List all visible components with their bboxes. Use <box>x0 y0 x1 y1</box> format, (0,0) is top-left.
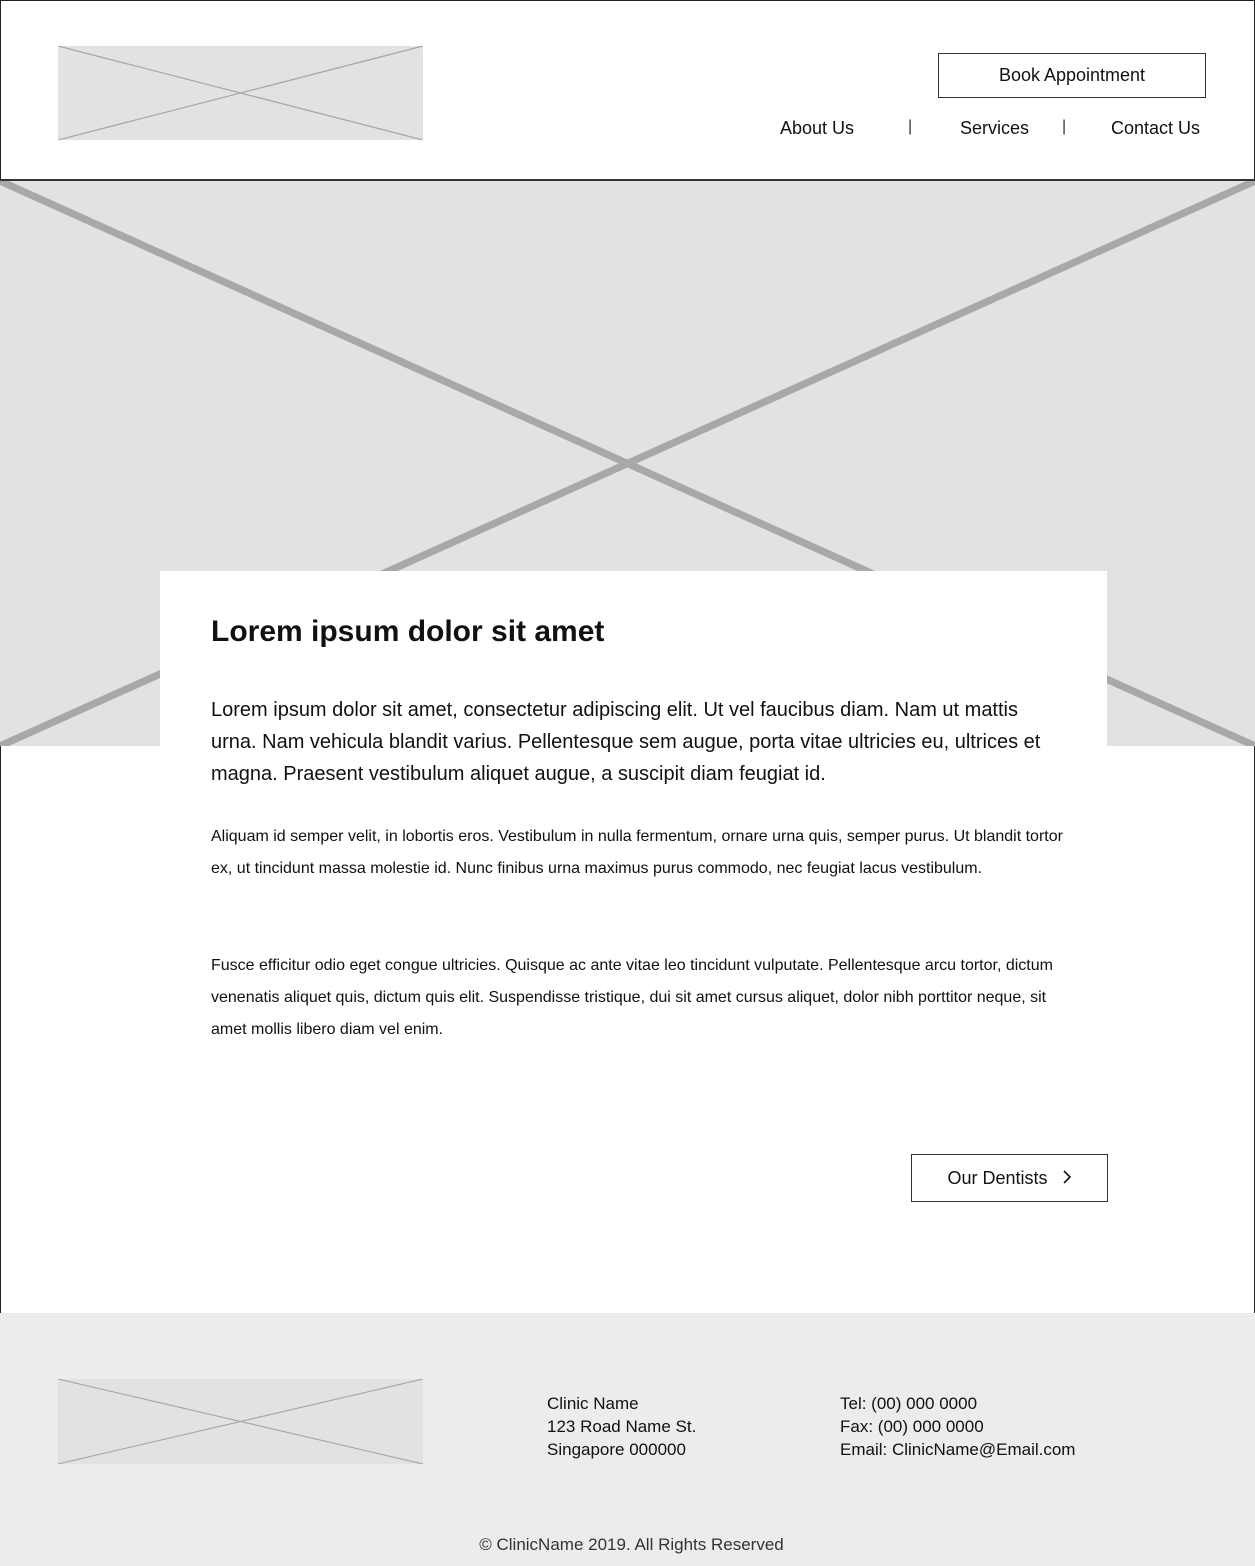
book-appointment-button[interactable]: Book Appointment <box>938 53 1206 98</box>
footer-contact: Tel: (00) 000 0000 Fax: (00) 000 0000 Em… <box>840 1392 1075 1461</box>
street-address: 123 Road Name St. <box>547 1417 697 1436</box>
our-dentists-button[interactable]: Our Dentists <box>911 1154 1108 1202</box>
footer-logo-placeholder <box>58 1379 423 1464</box>
body-paragraph: Aliquam id semper velit, in lobortis ero… <box>211 828 1063 877</box>
clinic-name: Clinic Name <box>547 1394 639 1413</box>
logo-image-placeholder[interactable] <box>58 46 423 140</box>
email[interactable]: Email: ClinicName@Email.com <box>840 1438 1075 1461</box>
copyright: © ClinicName 2019. All Rights Reserved <box>479 1535 784 1554</box>
nav-contact-us[interactable]: Contact Us <box>1111 118 1200 140</box>
nav-separator: | <box>908 118 913 135</box>
page-title: Lorem ipsum dolor sit amet <box>211 615 605 648</box>
city-postal: Singapore 000000 <box>547 1440 686 1459</box>
body-paragraph: Fusce efficitur odio eget congue ultrici… <box>211 957 1053 1038</box>
nav-separator: | <box>1062 118 1067 135</box>
content-card: Lorem ipsum dolor sit amet Lorem ipsum d… <box>160 571 1107 1171</box>
footer-address: Clinic Name 123 Road Name St. Singapore … <box>547 1392 696 1461</box>
fax: Fax: (00) 000 0000 <box>840 1417 984 1436</box>
nav-about-us[interactable]: About Us <box>780 118 854 140</box>
our-dentists-label: Our Dentists <box>947 1167 1048 1188</box>
telephone: Tel: (00) 000 0000 <box>840 1394 978 1413</box>
nav-services[interactable]: Services <box>960 118 1029 140</box>
footer: Clinic Name 123 Road Name St. Singapore … <box>0 1313 1255 1566</box>
lead-paragraph: Lorem ipsum dolor sit amet, consectetur … <box>211 699 1041 785</box>
chevron-right-icon <box>1062 1169 1072 1188</box>
